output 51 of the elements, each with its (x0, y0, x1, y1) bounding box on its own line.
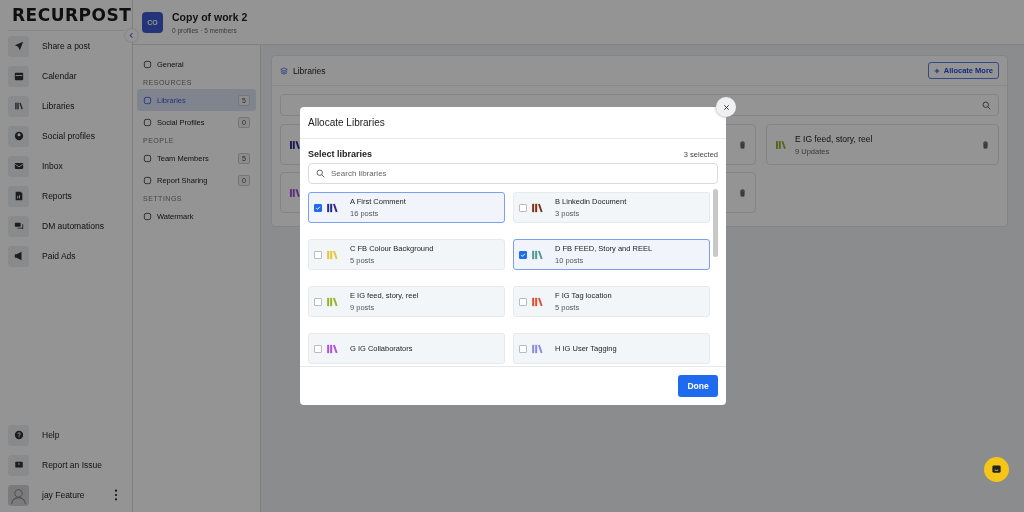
scrollbar-thumb[interactable] (713, 189, 718, 257)
report-icon (13, 191, 24, 201)
search-icon (316, 169, 325, 178)
nav-item[interactable]: Help (8, 424, 124, 446)
nav-item[interactable]: Share a post (8, 35, 124, 57)
section-label: Select libraries (308, 149, 373, 159)
plus-icon (933, 67, 940, 74)
close-icon (722, 103, 730, 111)
chat-icon (991, 464, 1002, 475)
nav-item[interactable]: Paid Ads (8, 245, 124, 267)
send-icon (13, 41, 24, 51)
chevron-icon (128, 32, 135, 39)
checkbox[interactable] (314, 203, 322, 212)
stack-icon (280, 66, 288, 75)
nav-item[interactable]: Calendar (8, 65, 124, 87)
search-field[interactable]: Search libraries (308, 163, 718, 184)
user-name: jay Feature (42, 490, 86, 500)
trash-icon[interactable] (982, 140, 989, 149)
chat-icon (13, 221, 24, 231)
checkbox[interactable] (519, 250, 527, 259)
library-name: E IG feed, story, reel (795, 133, 874, 144)
modal-title: Allocate Libraries (308, 117, 385, 128)
help-icon (13, 430, 24, 440)
more-icon[interactable] (114, 489, 118, 501)
trash-icon[interactable] (739, 188, 746, 197)
checkbox[interactable] (314, 344, 322, 353)
user-icon (13, 131, 24, 141)
chat-button[interactable] (984, 457, 1009, 482)
panel-title: Libraries (293, 65, 327, 76)
calendar-icon (13, 71, 24, 81)
checkbox[interactable] (519, 203, 527, 212)
workspace-title: Copy of work 2 (172, 10, 248, 23)
nav-item[interactable]: Reports (8, 185, 124, 207)
nav-item[interactable]: Social profiles (8, 125, 124, 147)
nav-item[interactable]: Report an Issue (8, 454, 124, 476)
checkbox[interactable] (519, 297, 527, 306)
search-icon (982, 100, 991, 110)
megaphone-icon (13, 251, 24, 261)
nav-item[interactable]: Libraries (8, 95, 124, 117)
checkbox[interactable] (314, 250, 322, 259)
library-icon (13, 101, 24, 111)
inbox-icon (13, 161, 24, 171)
done-button[interactable]: Done (678, 375, 718, 397)
nav-item[interactable]: DM automations (8, 215, 124, 237)
trash-icon[interactable] (739, 140, 746, 149)
logo: RECURPOST (12, 5, 132, 25)
checkbox[interactable] (314, 297, 322, 306)
checkbox[interactable] (519, 344, 527, 353)
nav-item[interactable]: Inbox (8, 155, 124, 177)
avatar-icon[interactable] (8, 484, 29, 506)
flag-icon (13, 460, 24, 470)
